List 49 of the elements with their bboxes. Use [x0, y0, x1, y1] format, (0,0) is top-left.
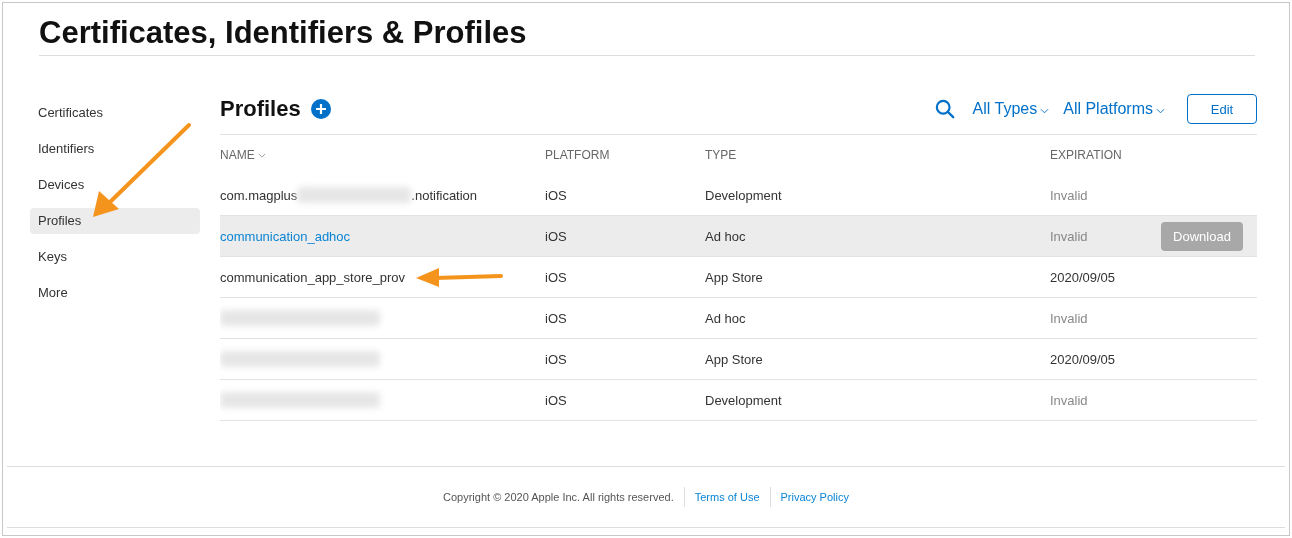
filter-dropdown[interactable]: All Platforms: [1059, 100, 1169, 118]
filter-dropdown[interactable]: All Types: [968, 100, 1054, 118]
footer-link[interactable]: Terms of Use: [694, 491, 760, 503]
table-cell: Invalid: [1050, 187, 1088, 203]
table-cell: 2020/09/05: [1050, 351, 1116, 367]
table-cell: Invalid: [1050, 310, 1088, 326]
column-header[interactable]: NAME: [220, 148, 266, 162]
edit-button[interactable]: Edit: [1187, 94, 1257, 124]
table-cell: iOS: [545, 228, 567, 244]
column-header: PLATFORM: [545, 148, 610, 162]
sidebar-item[interactable]: Identifiers: [30, 136, 200, 162]
sidebar-item[interactable]: Profiles: [30, 208, 200, 234]
table-row[interactable]: iOS Development Invalid: [220, 380, 1257, 421]
sidebar-item[interactable]: Devices: [30, 172, 200, 198]
table-row[interactable]: iOS Ad hoc Invalid: [220, 298, 1257, 339]
table-cell: iOS: [545, 269, 567, 285]
table-cell: iOS: [545, 351, 567, 367]
table-row[interactable]: communication_adhoc iOS Ad hoc Invalid Download: [220, 216, 1257, 257]
column-header: EXPIRATION: [1050, 148, 1122, 162]
table-cell: iOS: [545, 187, 567, 203]
chevron-down-icon: [1040, 107, 1050, 114]
table-cell: Development: [705, 392, 782, 408]
table-cell: App Store: [705, 351, 763, 367]
table-cell: Ad hoc: [705, 310, 746, 326]
table-cell: iOS: [545, 310, 567, 326]
table-cell: App Store: [705, 269, 763, 285]
table-cell: Invalid: [1050, 228, 1088, 244]
column-header: TYPE: [705, 148, 737, 162]
sidebar-item[interactable]: Keys: [30, 244, 200, 270]
chevron-down-icon: [1156, 107, 1165, 114]
profile-name[interactable]: communication_adhoc: [220, 228, 351, 244]
add-icon[interactable]: [310, 99, 331, 119]
table-cell: iOS: [545, 392, 567, 408]
search-icon[interactable]: [934, 99, 955, 119]
copyright-text: Copyright © 2020 Apple Inc. All rights reserved.: [443, 491, 674, 503]
chevron-down-icon: [257, 152, 266, 158]
sidebar-item[interactable]: Certificates: [30, 100, 200, 126]
sidebar-item[interactable]: More: [30, 280, 200, 306]
profile-name[interactable]: com.magplus: [220, 187, 298, 203]
table-cell: Development: [705, 187, 782, 203]
footer-link[interactable]: Privacy Policy: [780, 491, 849, 503]
table-cell: Invalid: [1050, 392, 1088, 408]
profile-name[interactable]: communication_app_store_prov: [220, 269, 405, 285]
table-cell: Ad hoc: [705, 228, 746, 244]
page-title: Certificates, Identifiers & Profiles: [39, 15, 1255, 56]
table-cell: 2020/09/05: [1050, 269, 1116, 285]
profile-name: .notification: [411, 187, 478, 203]
table-row[interactable]: iOS App Store 2020/09/05: [220, 339, 1257, 380]
section-title: Profiles: [220, 96, 301, 122]
